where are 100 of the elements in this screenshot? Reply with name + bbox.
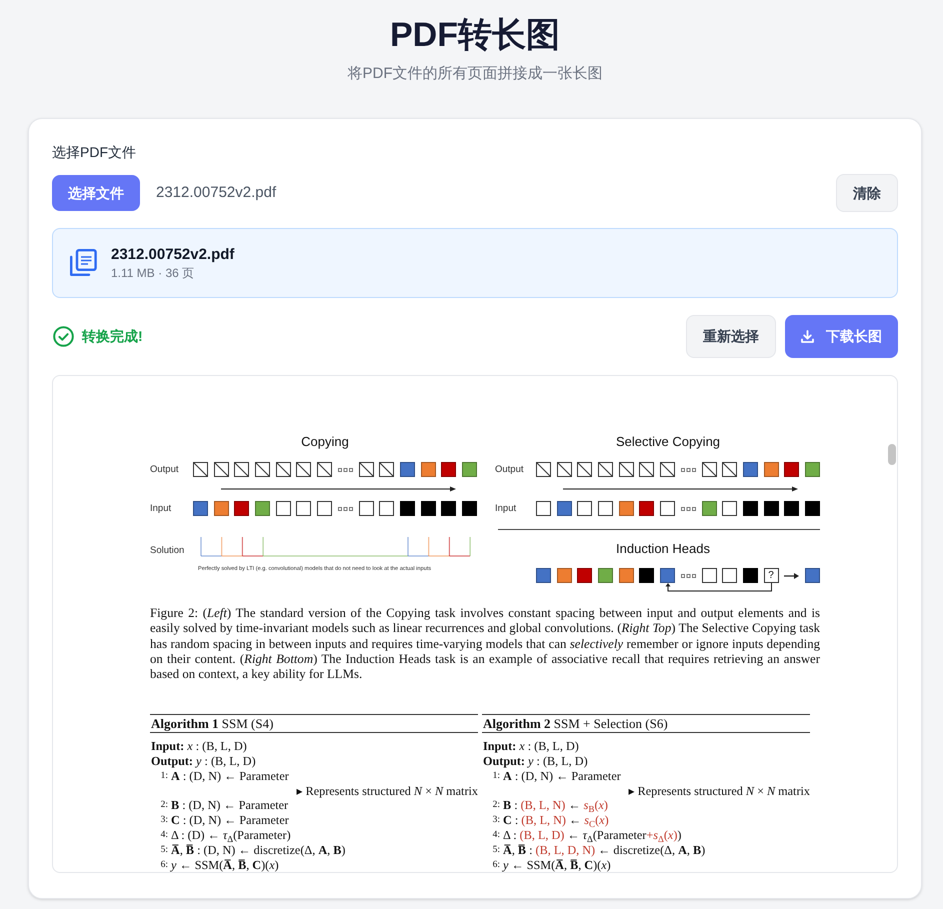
ellipsis-icon [680,468,696,472]
solid-square [420,501,436,516]
crossed-out-square [234,462,250,477]
figure-title: Copying [301,434,349,450]
field-label: 选择PDF文件 [52,143,136,162]
algorithm-line: C : (B, L, N) ← s$_{C}$(x) [503,813,609,828]
download-button[interactable]: 下载长图 [785,315,898,358]
crossed-out-square [722,462,738,477]
clear-button[interactable]: 清除 [836,174,898,212]
empty-square [577,501,592,516]
solid-square [804,501,820,516]
crossed-out-square [639,462,654,477]
line-number: 2: [160,799,168,812]
file-details: 1.11 MB · 36 页 [111,265,194,281]
crossed-out-square [618,462,634,477]
row-label: Input [150,502,172,514]
crossed-out-square [317,462,332,477]
solid-square [639,568,654,583]
choose-file-button[interactable]: 选择文件 [52,175,140,211]
algorithm-line: Δ : (D) ← τ$_{Δ}$(Parameter) [171,828,291,842]
selected-file-name: 2312.00752v2.pdf [156,182,276,203]
empty-square [358,501,374,516]
line-number: 5: [160,844,168,856]
solid-square [784,501,800,516]
algorithm-comment: ▸ Represents structured N × N matrix [296,784,478,798]
crossed-out-square [255,462,270,477]
line-number: 1: [492,770,500,782]
algorithm-line: Δ : (B, L, D) ← τ$_{Δ}$(Parameter+s$_{Δ}$(x)) [503,828,682,842]
algorithm-line: Input: x : (B, L, D) [151,738,247,753]
documents-icon [69,249,97,277]
algorithm-title: Algorithm 1 SSM (S4) [151,716,274,732]
page-title: PDF转长图 [390,15,560,56]
empty-square [598,501,614,516]
algorithm-line: Input: x : (B, L, D) [483,738,579,753]
empty-square [660,501,676,516]
solid-square [462,501,477,516]
line-number: 4: [160,829,168,842]
status-message: 转换完成! [82,327,143,346]
ellipsis-icon [338,506,353,510]
line-number: 6: [160,859,168,872]
crossed-out-square [556,462,572,477]
solid-square [742,501,758,516]
download-icon [801,330,814,343]
empty-square [536,501,551,516]
algorithm-line: B : (B, L, N) ← s$_{B}$(x) [503,798,608,812]
row-label: Solution [150,545,184,557]
right-arrow-icon [784,572,800,578]
row-label: Output [150,464,179,476]
solid-square [441,501,456,516]
crossed-out-square [296,462,312,477]
file-name: 2312.00752v2.pdf [111,245,234,264]
figure-title: Induction Heads [616,541,710,557]
algorithm-line: y ← SSM(A̅, B̅, C)(x) [171,858,279,872]
crossed-out-square [276,462,291,477]
row-label: Output [495,464,524,476]
ellipsis-icon [338,468,353,472]
crossed-out-square [660,462,676,477]
crossed-out-square [379,462,394,477]
algorithm-line: A̅, B̅ : (B, L, D, N) ← discretize(Δ, A, B) [503,843,706,858]
page-subtitle: 将PDF文件的所有页面拼接成一张长图 [348,64,602,84]
crossed-out-square [358,462,374,477]
line-number: 3: [160,814,168,826]
query-square: ? [764,568,779,583]
crossed-out-square [702,462,716,477]
crossed-out-square [536,462,551,477]
empty-square [317,501,332,516]
crossed-out-square [193,462,208,477]
figure-title: Selective Copying [616,434,720,450]
crossed-out-square [598,462,614,477]
algorithm-line: C : (D, N) ← Parameter [171,813,289,828]
algorithm-line: Output: y : (B, L, D) [483,754,588,768]
empty-square [379,501,394,516]
line-number: 2: [492,799,500,812]
empty-square [296,501,312,516]
empty-square [722,568,738,583]
algorithm-line: Output: y : (B, L, D) [151,754,256,768]
algorithm-line: A̅, B̅ : (D, N) ← discretize(Δ, A, B) [171,843,346,858]
ellipsis-icon [680,506,696,510]
crossed-out-square [577,462,592,477]
algorithm-line: y ← SSM(A̅, B̅, C)(x) [503,858,611,872]
empty-square [722,501,738,516]
reselect-button[interactable]: 重新选择 [686,315,776,358]
empty-square [276,501,291,516]
line-number: 1: [160,770,168,782]
figure-caption: Figure 2: (Left) The standard version of the Copying task involves constant spacing between input and output elements and is easily solved by time-invariant models such as linear recurrences and global convolutions. (Right Top) The Selective Copying task has random spacing in between inputs and requires time-varying models that can selectively remember or ignore inputs depending on their content. (Right Bottom) The Induction Heads task is an example of associative recall that requires retrieving an answer based on context, a key ability for LLMs. [150,606,820,682]
algorithm-line: B : (D, N) ← Parameter [171,798,288,812]
algorithm-title: Algorithm 2 SSM + Selection (S6) [483,716,668,732]
algorithm-comment: ▸ Represents structured N × N matrix [628,784,810,798]
solid-square [400,501,415,516]
crossed-out-square [214,462,229,477]
algorithm-line: A : (D, N) ← Parameter [503,768,621,783]
line-number: 6: [492,859,500,872]
check-circle-icon [53,326,74,347]
row-label: Input [495,502,516,514]
line-number: 5: [492,844,500,856]
empty-square [702,568,716,583]
line-number: 4: [492,829,500,842]
solid-square [764,501,779,516]
scrollbar-thumb[interactable] [888,444,896,465]
algorithm-line: A : (D, N) ← Parameter [171,768,289,783]
